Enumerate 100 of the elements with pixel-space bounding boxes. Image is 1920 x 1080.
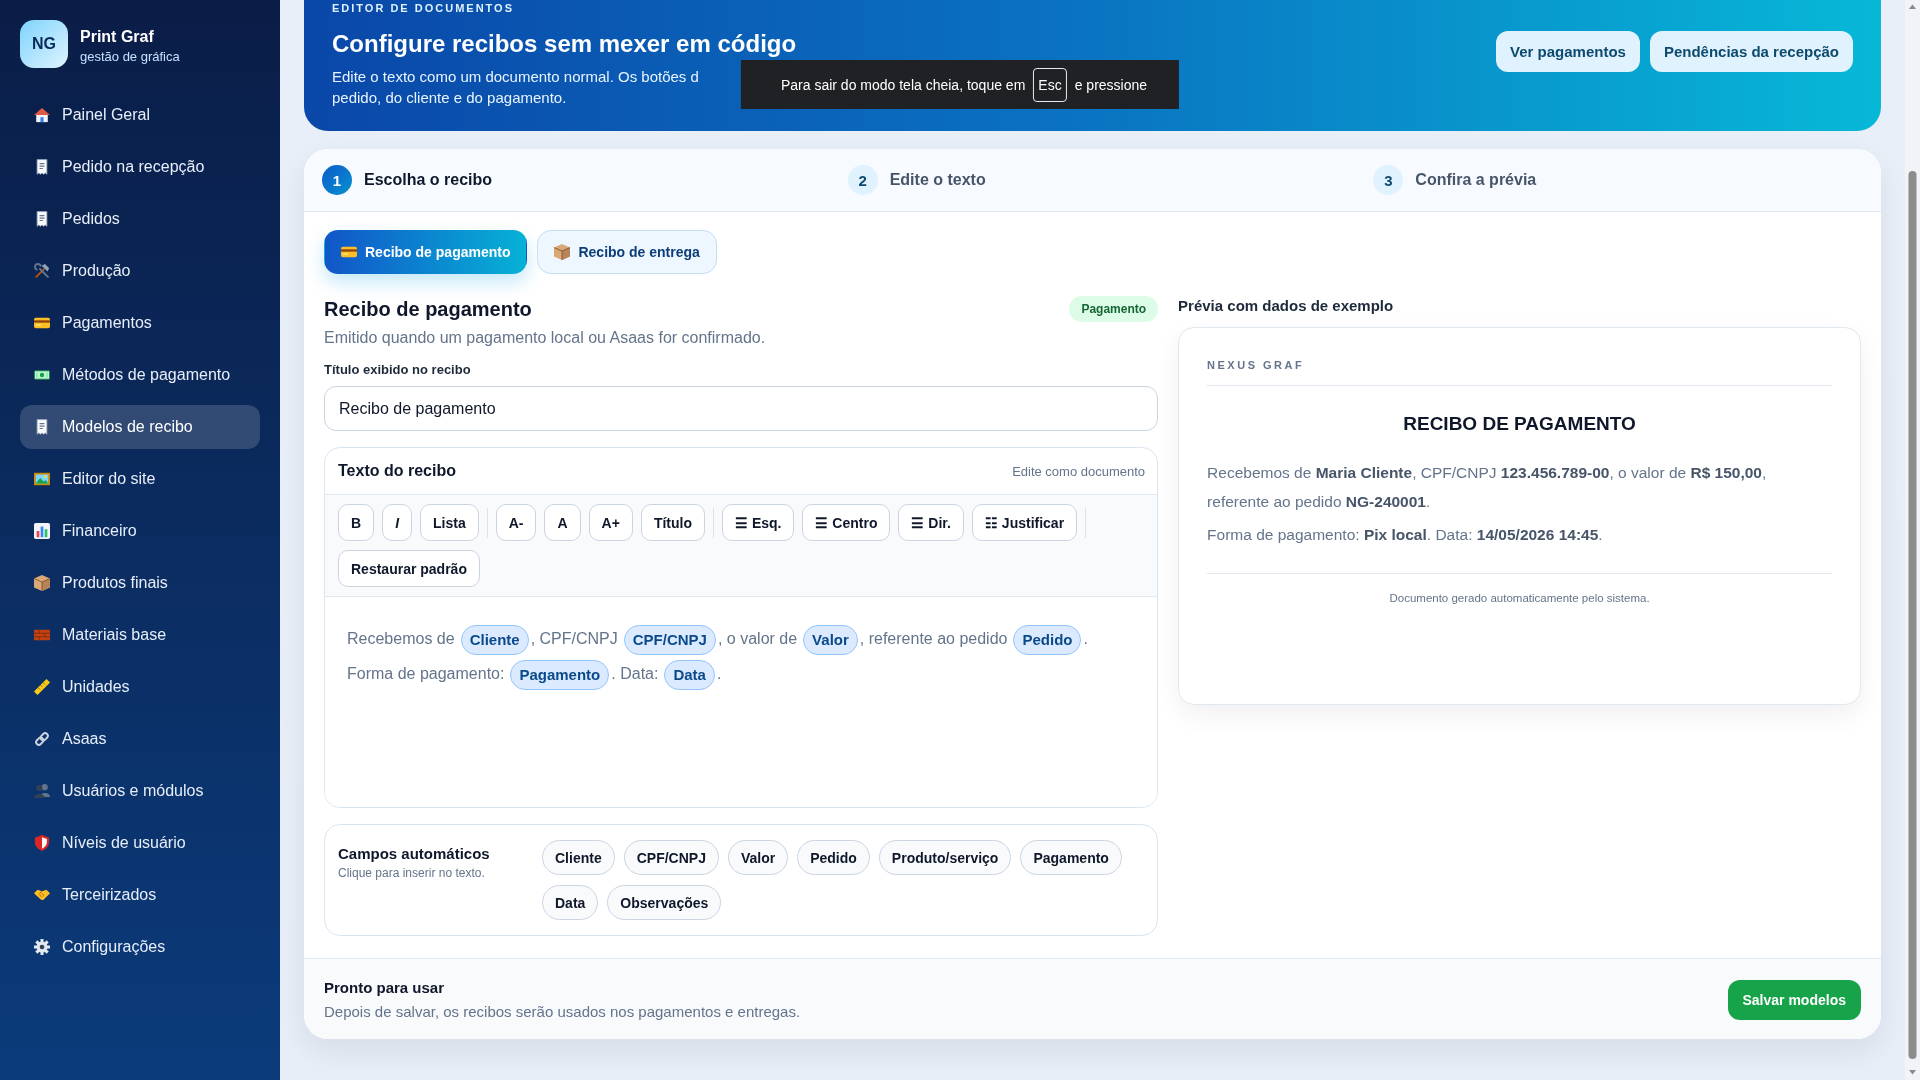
step-number: 1: [322, 165, 352, 195]
insert-field-button[interactable]: Pedido: [797, 840, 870, 875]
receipt-type-description: Emitido quando um pagamento local ou Asaas for confirmado.: [324, 328, 766, 348]
panel-title: Texto do recibo: [338, 462, 456, 480]
nav-item[interactable]: Financeiro: [20, 509, 260, 553]
editor-text: Recebemos de: [347, 630, 455, 647]
editor-text: . Data:: [611, 665, 659, 682]
field-token: Pagamento: [510, 659, 610, 690]
header-action-button[interactable]: Pendências da recepção: [1649, 31, 1853, 72]
header-action-button[interactable]: Ver pagamentos: [1496, 31, 1640, 72]
receipt-footer-note: Documento gerado automaticamente pelo sistema.: [1389, 592, 1650, 604]
nav-item[interactable]: Produtos finais: [20, 561, 260, 605]
title-input[interactable]: Recibo de pagamento: [324, 386, 1159, 431]
ruler-icon: [34, 679, 50, 695]
editor-text: Forma de pagamento:: [347, 665, 505, 682]
field-label: Título exibido no recibo: [324, 362, 471, 378]
nav-item[interactable]: Materiais base: [20, 613, 260, 657]
toolbar-button[interactable]: ☰ Esq.: [722, 504, 795, 541]
receipt-tab[interactable]: Recibo de pagamento: [324, 230, 528, 274]
editor-text: .: [1083, 630, 1088, 647]
receipt-heading: RECIBO DE PAGAMENTO: [1402, 412, 1637, 436]
page-title: Configure recibos sem mexer em código: [332, 30, 797, 58]
insert-field-button[interactable]: Observações: [607, 885, 722, 920]
bar-chart-icon: [34, 523, 50, 539]
receipt-paragraph: Forma de pagamento: Pix local. Data: 14/05/2026 14:45.: [1207, 525, 1604, 545]
nav-item[interactable]: Configurações: [20, 925, 260, 969]
footer-description: Depois de salvar, os recibos serão usados nos pagamentos e entregas.: [324, 1002, 801, 1022]
app-tagline: gestão de gráfica: [80, 49, 180, 65]
insert-field-button[interactable]: Cliente: [542, 840, 615, 875]
field-token: Valor: [803, 624, 858, 655]
type-badge: Pagamento: [1069, 296, 1159, 322]
gear-icon: [34, 939, 50, 955]
insert-field-button[interactable]: Valor: [727, 840, 789, 875]
handshake-icon: [34, 887, 50, 903]
nav-item[interactable]: Produção: [20, 249, 260, 293]
page-description: pedido, do cliente e do pagamento.: [332, 88, 567, 108]
section-eyebrow: EDITOR DE DOCUMENTOS: [332, 1, 514, 15]
receipt-type-title: Recibo de pagamento: [324, 297, 532, 322]
toolbar-button[interactable]: A-: [495, 504, 537, 541]
editor-text: , o valor de: [717, 630, 798, 647]
insert-field-button[interactable]: Produto/serviço: [878, 840, 1012, 875]
editor-text: .: [716, 665, 722, 682]
nav-item[interactable]: Usuários e módulos: [20, 769, 260, 813]
nav-item[interactable]: Pagamentos: [20, 301, 260, 345]
auto-fields-title: Campos automáticos: [338, 845, 490, 862]
insert-field-button[interactable]: Data: [542, 885, 599, 920]
notice-text: Para sair do modo tela cheia, toque em: [780, 76, 1026, 93]
toolbar-button[interactable]: A: [544, 504, 581, 541]
step-number: 3: [1373, 165, 1404, 195]
field-token: CPF/CNPJ: [623, 624, 716, 655]
step-label: Escolha o recibo: [364, 171, 493, 189]
receipt-icon: [34, 211, 50, 227]
auto-fields-hint: Clique para inserir no texto.: [338, 866, 485, 880]
step-label: Confira a prévia: [1415, 171, 1537, 189]
nav-item[interactable]: Níveis de usuário: [20, 821, 260, 865]
preview-title: Prévia com dados de exemplo: [1178, 296, 1394, 316]
toolbar-button[interactable]: ☰ Centro: [802, 504, 891, 541]
field-token: Pedido: [1013, 624, 1082, 655]
toolbar-button[interactable]: I: [382, 504, 412, 541]
nav-item[interactable]: Modelos de recibo: [20, 405, 260, 449]
nav-item[interactable]: Editor do site: [20, 457, 260, 501]
toolbar-button[interactable]: ☷ Justificar: [971, 504, 1078, 541]
nav-item[interactable]: Painel Geral: [20, 93, 260, 137]
receipt-tab[interactable]: Recibo de entrega: [537, 230, 717, 274]
company-name: NEXUS GRAF: [1207, 359, 1305, 371]
receipt-icon: [34, 159, 50, 175]
scrollbar[interactable]: [1905, 0, 1920, 1080]
credit-card-icon: [341, 244, 357, 260]
editor-text: , referente ao pedido: [859, 630, 1008, 647]
insert-field-button[interactable]: CPF/CNPJ: [623, 840, 719, 875]
box-icon: [34, 575, 50, 591]
step-label: Edite o texto: [889, 171, 986, 189]
house-icon: [34, 107, 50, 123]
bricks-icon: [34, 627, 50, 643]
receipt-paragraph: Recebemos de Maria Cliente, CPF/CNPJ 123.456.789-00, o valor de R$ 150,00, referente ao pedido NG-240001.: [1207, 463, 1768, 512]
people-icon: [34, 783, 50, 799]
nav-item[interactable]: Asaas: [20, 717, 260, 761]
nav-item[interactable]: Unidades: [20, 665, 260, 709]
picture-icon: [34, 471, 50, 487]
insert-field-button[interactable]: Pagamento: [1020, 840, 1122, 875]
nav-item[interactable]: Métodos de pagamento: [20, 353, 260, 397]
panel-hint: Edite como documento: [1012, 463, 1146, 479]
toolbar-button[interactable]: Restaurar padrão: [338, 550, 480, 587]
nav-item[interactable]: Pedido na recepção: [20, 145, 260, 189]
field-token: Data: [664, 659, 715, 690]
footer-title: Pronto para usar: [324, 978, 445, 998]
tools-icon: [34, 263, 50, 279]
toolbar-button[interactable]: B: [338, 504, 375, 541]
step-number: 2: [847, 165, 878, 195]
receipt-icon: [34, 419, 50, 435]
link-icon: [34, 731, 50, 747]
credit-card-icon: [34, 315, 50, 331]
banknote-icon: [34, 367, 50, 383]
toolbar-button[interactable]: Título: [640, 504, 705, 541]
field-token: Cliente: [460, 624, 529, 655]
toolbar-button[interactable]: Lista: [420, 504, 479, 541]
toolbar-button[interactable]: ☰ Dir.: [898, 504, 964, 541]
toolbar-button[interactable]: A+: [588, 504, 633, 541]
nav-item[interactable]: Terceirizados: [20, 873, 260, 917]
nav-item[interactable]: Pedidos: [20, 197, 260, 241]
